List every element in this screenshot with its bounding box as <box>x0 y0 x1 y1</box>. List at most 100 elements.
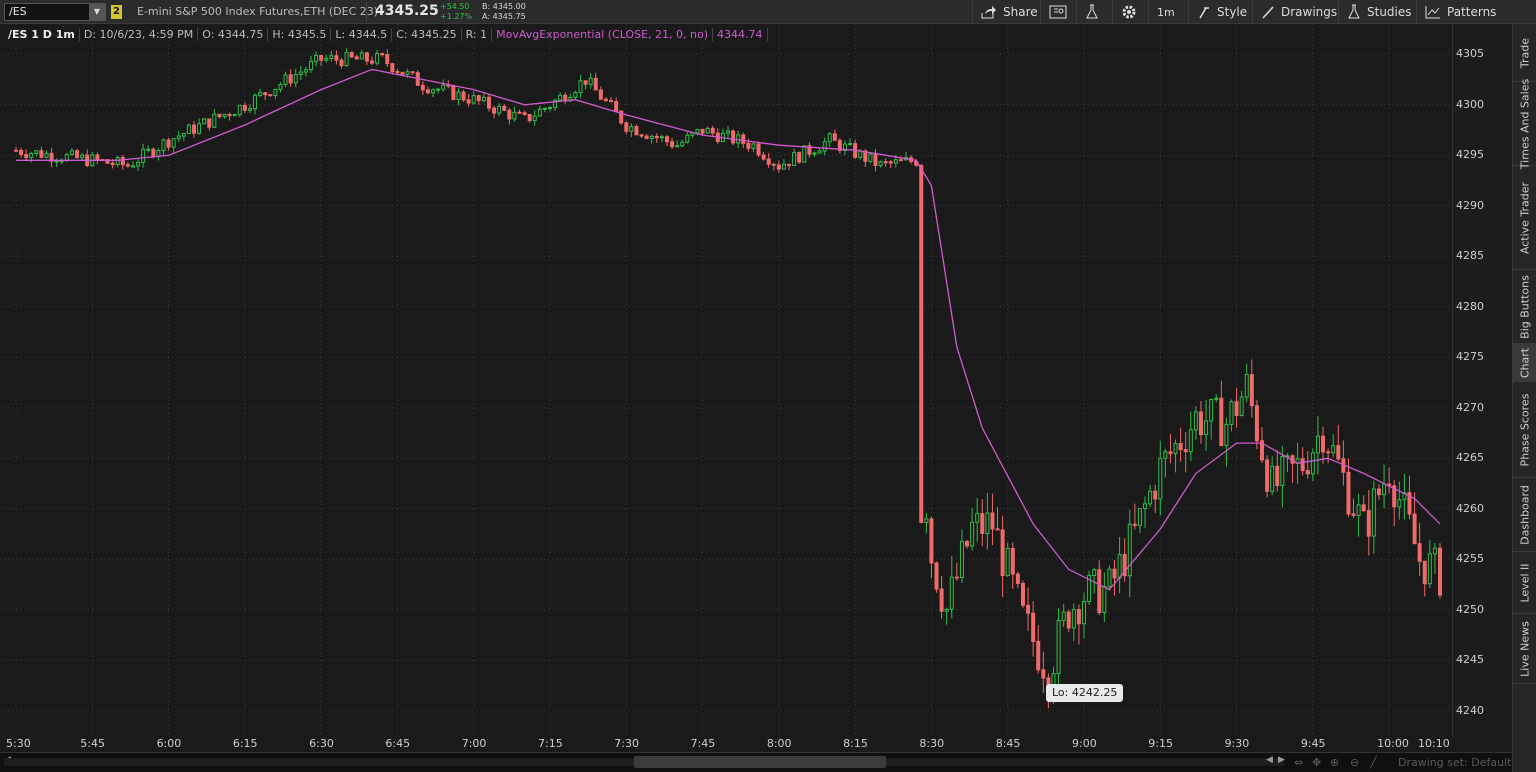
scroll-thumb[interactable] <box>634 756 886 768</box>
candle-body <box>29 153 34 159</box>
candle-body <box>1371 488 1376 537</box>
expand-icon[interactable]: ⇔ <box>1294 756 1303 769</box>
candle-body <box>431 89 436 94</box>
style-button[interactable]: Style <box>1188 0 1255 24</box>
candle-body <box>1254 405 1259 442</box>
candle-body <box>212 113 217 128</box>
candle-body <box>649 135 654 140</box>
side-tab-times-and-sales[interactable]: Times And Sales <box>1513 78 1536 169</box>
interval-button[interactable]: 1m <box>1148 0 1188 24</box>
candle-body <box>848 143 853 146</box>
candle-body <box>1219 397 1224 447</box>
patterns-button[interactable]: Patterns <box>1416 0 1504 24</box>
candle-body <box>400 71 405 75</box>
candle-body <box>965 540 970 547</box>
candle-body <box>736 134 741 144</box>
time-tick-label: 8:45 <box>995 737 1021 750</box>
side-tab-chart[interactable]: Chart <box>1513 344 1536 382</box>
flexible-grid-button[interactable] <box>1040 0 1081 24</box>
symbol-text: /ES <box>9 5 27 18</box>
candle-body <box>466 99 471 104</box>
candle-body <box>436 88 441 91</box>
candle-body <box>1310 452 1315 475</box>
price-tick-label: 4285 <box>1456 249 1484 263</box>
candle-body <box>329 55 334 60</box>
candle-body <box>659 136 664 139</box>
scroll-right-icon[interactable]: ▶ <box>1278 755 1285 765</box>
candle-body <box>298 71 303 76</box>
side-tab-live-news[interactable]: Live News <box>1513 614 1536 684</box>
candle-body <box>502 105 507 111</box>
side-tab-big-buttons[interactable]: Big Buttons <box>1513 270 1536 344</box>
candle-body <box>985 512 990 534</box>
candle-body <box>1036 640 1041 671</box>
candle-body <box>1438 547 1442 596</box>
candle-body <box>486 96 491 109</box>
side-tab-phase-scores[interactable]: Phase Scores <box>1513 382 1536 478</box>
candle-body <box>1168 451 1173 455</box>
candle-body <box>273 88 278 97</box>
candle-body <box>1066 611 1071 629</box>
side-tab-dashboard[interactable]: Dashboard <box>1513 478 1536 552</box>
candle-body <box>217 113 222 118</box>
candle-body <box>746 142 751 149</box>
zoom-out-icon[interactable]: ⊖ <box>1350 756 1359 769</box>
candle-body <box>771 163 776 166</box>
candle-body <box>1102 586 1107 613</box>
side-tab-label: Big Buttons <box>1518 274 1532 339</box>
time-axis[interactable]: 5:30 5:45 6:00 6:15 6:30 6:45 7:00 7:15 7:30 7:45… <box>0 736 1452 752</box>
candle-body <box>1082 601 1086 625</box>
chart-symbol-timeframe[interactable]: /ES 1 D 1m <box>4 28 80 41</box>
candle-body <box>75 150 80 159</box>
side-tab-level-ii[interactable]: Level II <box>1513 552 1536 614</box>
share-icon <box>981 6 996 19</box>
settings-button[interactable] <box>1112 0 1151 24</box>
candle-body <box>192 124 196 134</box>
pencil-icon[interactable]: ╱ <box>1370 756 1377 769</box>
studies-button[interactable]: Studies <box>1338 0 1420 24</box>
candle-body <box>817 150 822 154</box>
time-tick-label: 8:00 <box>766 737 792 750</box>
drawing-set-label[interactable]: Drawing set: Default <box>1398 756 1511 769</box>
link-group-badge[interactable]: 2 <box>111 5 122 19</box>
price-axis[interactable]: 4240 4245 4250 4255 4260 4265 4270 4275 4280 4285… <box>1452 24 1512 736</box>
symbol-input[interactable]: /ES ▼ <box>4 3 106 21</box>
flask-icon <box>1348 4 1360 19</box>
study-label[interactable]: MovAvgExponential (CLOSE, 21, 0, no) <box>492 28 714 41</box>
candle-body <box>385 54 390 65</box>
candle-body <box>481 96 486 102</box>
candle-body <box>1427 553 1432 585</box>
chevron-down-icon[interactable]: ▼ <box>89 4 105 20</box>
candle-body <box>959 540 964 578</box>
candle-body <box>1041 669 1046 679</box>
candle-body <box>359 52 364 60</box>
candle-body <box>314 54 319 62</box>
share-button[interactable]: Share <box>972 0 1046 24</box>
pan-icon[interactable]: ✥ <box>1312 756 1321 769</box>
candle-body <box>461 91 466 101</box>
price-chart[interactable] <box>0 24 1452 736</box>
candle-body <box>1010 547 1015 575</box>
candle-body <box>1331 445 1336 454</box>
candle-body <box>1158 457 1163 500</box>
price-tick-label: 4275 <box>1456 350 1484 364</box>
candle-body <box>258 92 263 96</box>
candle-body <box>1382 483 1387 496</box>
candle-body <box>1071 609 1076 629</box>
side-tab-active-trader[interactable]: Active Trader <box>1513 166 1536 270</box>
zoom-in-icon[interactable]: ⊕ <box>1330 756 1339 769</box>
scroll-left-icon[interactable]: ◀ <box>1266 755 1273 765</box>
candle-body <box>492 107 497 114</box>
chart-area[interactable] <box>0 24 1452 736</box>
side-tab-trade[interactable]: Trade <box>1513 24 1536 82</box>
candle-body <box>441 84 446 90</box>
candle-body <box>1005 547 1010 576</box>
candle-body <box>537 108 542 117</box>
candle-body <box>146 148 151 151</box>
time-tick-label: 9:00 <box>1072 737 1097 750</box>
flask-button[interactable] <box>1076 0 1113 24</box>
candle-body <box>390 63 395 73</box>
horizontal-scrollbar[interactable]: ◀ ◀ ▶ ⇔ ✥ ⊕ ⊖ ╱ Drawing set: Default <box>0 752 1512 772</box>
drawings-button[interactable]: Drawings <box>1252 0 1345 24</box>
candle-body <box>603 98 608 101</box>
